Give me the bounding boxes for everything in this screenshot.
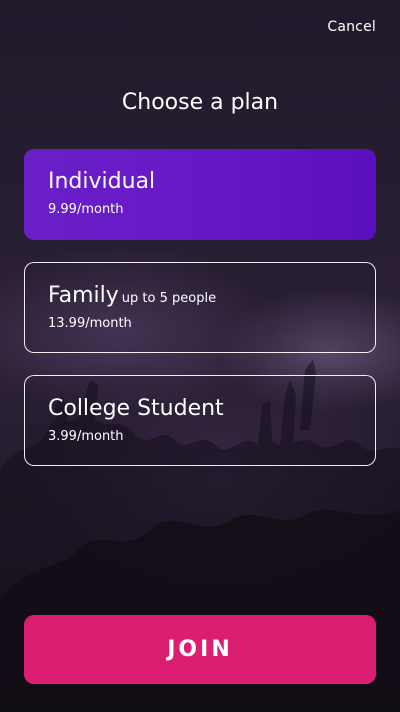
page-title: Choose a plan xyxy=(121,90,279,115)
plan-selection-screen: Cancel Choose a plan Individual 9.99/mon… xyxy=(0,0,400,712)
plan-card-college-student[interactable]: College Student 3.99/month xyxy=(24,375,376,466)
plan-name-row: College Student xyxy=(48,396,224,421)
plan-name-row: Individual xyxy=(48,169,155,194)
plan-card-individual[interactable]: Individual 9.99/month xyxy=(24,149,376,240)
plan-name-row: Family up to 5 people xyxy=(48,283,216,308)
plan-price: 9.99/month xyxy=(48,202,124,217)
cancel-button[interactable]: Cancel xyxy=(327,19,376,35)
join-button[interactable]: JOIN xyxy=(24,615,376,684)
plan-price: 3.99/month xyxy=(48,429,124,444)
plan-name: Family xyxy=(48,283,119,308)
plan-note: up to 5 people xyxy=(121,291,217,306)
plan-card-family[interactable]: Family up to 5 people 13.99/month xyxy=(24,262,376,353)
plan-price: 13.99/month xyxy=(48,316,132,331)
plan-name: College Student xyxy=(48,396,224,421)
plan-name: Individual xyxy=(48,169,156,194)
